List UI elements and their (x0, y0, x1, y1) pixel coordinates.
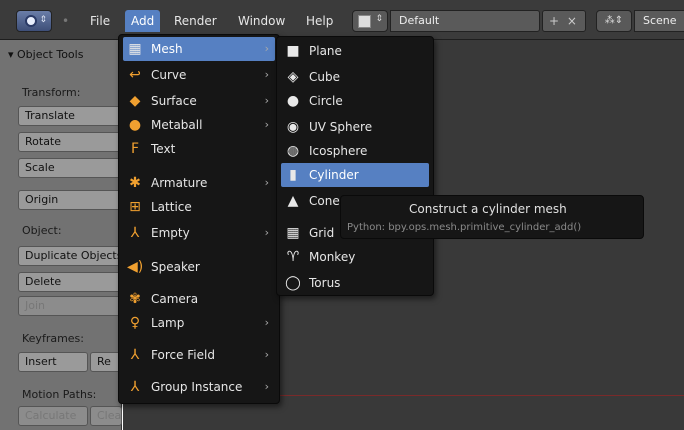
menu-window[interactable]: Window (232, 10, 291, 32)
object-label: Object: (22, 224, 62, 237)
torus-icon: ◯ (285, 275, 301, 291)
menu-item-circle[interactable]: ● Circle (281, 89, 429, 113)
transform-label: Transform: (22, 86, 81, 99)
menu-item-speaker[interactable]: ◀) Speaker (123, 255, 275, 279)
lamp-icon: ♀ (129, 315, 141, 331)
tooltip-python: Python: bpy.ops.mesh.primitive_cylinder_… (347, 222, 582, 233)
menu-item-curve[interactable]: ↩ Curve › (123, 63, 275, 87)
motion-paths-label: Motion Paths: (22, 388, 97, 401)
menu-item-cylinder[interactable]: ▮ Cylinder (281, 163, 429, 187)
menu-add[interactable]: Add (125, 10, 161, 32)
submenu-arrow-icon: › (264, 226, 269, 239)
layout-icon (358, 15, 371, 28)
menu-item-torus[interactable]: ◯ Torus (281, 271, 429, 295)
lattice-icon: ⊞ (129, 199, 141, 215)
cube-icon: ◈ (287, 69, 299, 85)
screen-layout-field[interactable]: Default (390, 10, 540, 32)
tooltip-title: Construct a cylinder mesh (409, 202, 567, 216)
submenu-arrow-icon: › (264, 118, 269, 131)
surface-icon: ◆ (129, 93, 141, 109)
delete-button[interactable]: Delete (18, 272, 122, 292)
menu-file[interactable]: File (84, 10, 116, 32)
menu-item-lattice[interactable]: ⊞ Lattice (123, 195, 275, 219)
clear-button[interactable]: Clear (90, 406, 122, 426)
uv-sphere-icon: ◉ (286, 119, 300, 135)
circle-icon: ● (286, 93, 300, 109)
duplicate-objects-button[interactable]: Duplicate Objects (18, 246, 122, 266)
force-field-icon: ⅄ (130, 347, 140, 363)
grid-icon: ▦ (286, 225, 300, 241)
menu-item-uv-sphere[interactable]: ◉ UV Sphere (281, 115, 429, 139)
x-axis-line (273, 395, 684, 396)
origin-button[interactable]: Origin (18, 190, 122, 210)
scale-button[interactable]: Scale (18, 158, 122, 178)
menu-help[interactable]: Help (300, 10, 339, 32)
submenu-arrow-icon: › (264, 94, 269, 107)
empty-icon: ⅄ (130, 225, 140, 241)
3d-view-icon (25, 15, 37, 27)
menu-item-armature[interactable]: ✱ Armature › (123, 171, 275, 195)
submenu-arrow-icon: › (264, 348, 269, 361)
speaker-icon: ◀) (127, 259, 144, 275)
submenu-arrow-icon: › (264, 68, 269, 81)
menu-item-icosphere[interactable]: ◍ Icosphere (281, 139, 429, 163)
keyframes-label: Keyframes: (22, 332, 84, 345)
submenu-arrow-icon: › (264, 176, 269, 189)
group-instance-icon: ⅄ (130, 379, 140, 395)
insert-keyframe-button[interactable]: Insert (18, 352, 88, 372)
menu-item-monkey[interactable]: ♈ Monkey (281, 245, 429, 269)
camera-icon: ✾ (129, 291, 141, 307)
layout-add-remove-buttons[interactable]: + × (542, 10, 586, 32)
mesh-icon: ▦ (128, 41, 142, 57)
tool-shelf: ▾ Object Tools Transform: Translate Rota… (0, 40, 122, 430)
menu-item-plane[interactable]: ■ Plane (281, 39, 429, 63)
screen-layout-button[interactable]: ⇕ (352, 10, 388, 32)
menu-item-surface[interactable]: ◆ Surface › (123, 89, 275, 113)
submenu-arrow-icon: › (264, 316, 269, 329)
text-icon: F (130, 141, 140, 157)
chevron-updown-icon: ⇕ (39, 15, 47, 25)
curve-icon: ↩ (129, 67, 141, 83)
armature-icon: ✱ (129, 175, 141, 191)
menu-item-metaball[interactable]: ● Metaball › (123, 113, 275, 137)
icosphere-icon: ◍ (286, 143, 300, 159)
cylinder-tooltip: Construct a cylinder mesh Python: bpy.op… (340, 195, 644, 239)
monkey-icon: ♈ (286, 249, 300, 265)
editor-type-button[interactable]: ⇕ (16, 10, 52, 32)
metaball-icon: ● (128, 117, 142, 133)
menu-item-force-field[interactable]: ⅄ Force Field › (123, 343, 275, 367)
menu-item-text[interactable]: F Text (123, 137, 275, 161)
plane-icon: ■ (286, 43, 300, 59)
rotate-button[interactable]: Rotate (18, 132, 122, 152)
menu-item-lamp[interactable]: ♀ Lamp › (123, 311, 275, 335)
translate-button[interactable]: Translate (18, 106, 122, 126)
header-collapse-handle[interactable]: • (62, 14, 69, 28)
menu-item-empty[interactable]: ⅄ Empty › (123, 221, 275, 245)
menu-render[interactable]: Render (168, 10, 223, 32)
cylinder-icon: ▮ (289, 167, 297, 183)
menu-item-group-instance[interactable]: ⅄ Group Instance › (123, 375, 275, 399)
scene-field[interactable]: Scene (634, 10, 684, 32)
scene-button[interactable]: ⁂⇕ (596, 10, 632, 32)
panel-title[interactable]: ▾ Object Tools (8, 48, 83, 61)
scene-icon: ⁂⇕ (604, 15, 624, 26)
join-button[interactable]: Join (18, 296, 122, 316)
chevron-updown-icon: ⇕ (375, 14, 383, 24)
menu-item-mesh[interactable]: ▦ Mesh › (123, 37, 275, 61)
cone-icon: ▲ (287, 193, 299, 209)
menu-item-cube[interactable]: ◈ Cube (281, 65, 429, 89)
add-menu: ▦ Mesh › ↩ Curve › ◆ Surface › ● Metabal… (118, 34, 280, 404)
header-bar: ⇕ • File Add Render Window Help ⇕ Defaul… (0, 0, 684, 40)
calculate-button[interactable]: Calculate (18, 406, 88, 426)
menu-item-camera[interactable]: ✾ Camera (123, 287, 275, 311)
submenu-arrow-icon: › (264, 42, 269, 55)
mesh-submenu: ■ Plane ◈ Cube ● Circle ◉ UV Sphere ◍ Ic… (276, 36, 434, 296)
submenu-arrow-icon: › (264, 380, 269, 393)
